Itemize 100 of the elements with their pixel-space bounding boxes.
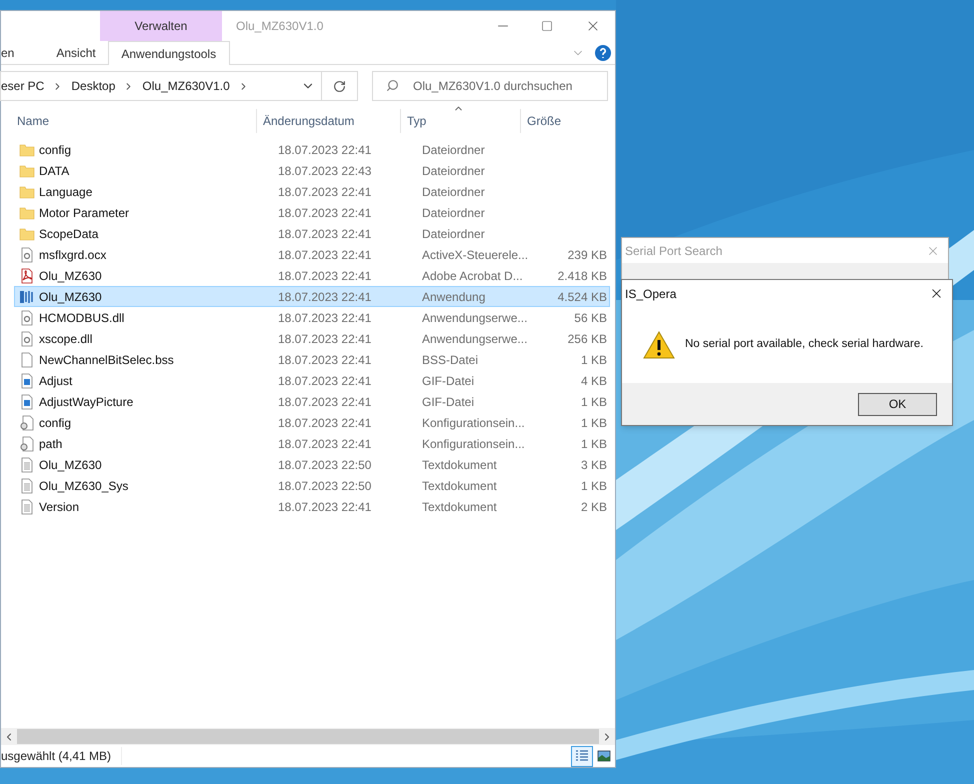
details-view-icon — [575, 750, 589, 762]
type-cell-text: GIF-Datei — [421, 394, 476, 410]
type-cell-text: GIF-Datei — [421, 372, 476, 390]
breadcrumb-item[interactable]: eser PC — [1, 77, 44, 95]
type-cell-text: Konfigurationsein... — [421, 414, 526, 432]
gear-file-icon — [19, 330, 35, 346]
dialog-message: No serial port available, check serial hardware. — [685, 337, 924, 352]
type-cell-text: Dateiordner — [421, 162, 486, 180]
image-file-icon — [19, 372, 35, 388]
date-cell-text: 18.07.2023 22:41 — [277, 352, 372, 368]
type-cell-text: Dateiordner — [421, 226, 486, 242]
size-cell-text: 2.418 KB — [558, 268, 607, 284]
search-field[interactable]: Olu_MZ630V1.0 durchsuchen — [372, 71, 608, 101]
folder-icon — [19, 184, 35, 200]
file-name: config — [39, 142, 72, 158]
column-header[interactable]: Typ — [401, 109, 521, 133]
date-cell-text: 18.07.2023 22:50 — [277, 456, 372, 474]
context-tab-header: Verwalten — [100, 11, 222, 41]
size-cell-text: 1 KB — [580, 478, 607, 494]
file-row[interactable]: config 18.07.2023 22:41 Dateiordner — [14, 139, 610, 160]
size-cell-text: 56 KB — [574, 310, 607, 326]
size-cell-text: 2 KB — [580, 498, 607, 516]
status-text: usgewählt (4,41 MB) — [1, 747, 122, 765]
view-button[interactable] — [571, 746, 593, 766]
maximize-icon[interactable] — [541, 20, 553, 32]
type-cell-text: Textdokument — [421, 456, 498, 474]
type-cell-text: BSS-Datei — [421, 352, 480, 368]
file-row[interactable]: Olu_MZ630_Sys 18.07.2023 22:50 Textdokument 1 KB — [14, 475, 610, 496]
breadcrumb-item[interactable]: Olu_MZ630V1.0 — [142, 77, 230, 95]
file-row[interactable]: xscope.dll 18.07.2023 22:41 Anwendungserwe... 256 KB — [14, 328, 610, 349]
date-cell-text: 18.07.2023 22:41 — [277, 436, 372, 452]
scrollbar-thumb[interactable] — [17, 729, 599, 744]
type-cell-text: Anwendungserwe... — [421, 310, 528, 326]
size-cell-text: 1 KB — [580, 352, 607, 368]
type-cell-text: Dateiordner — [421, 142, 486, 158]
date-cell-text: 18.07.2023 22:41 — [277, 330, 372, 348]
date-cell-text: 18.07.2023 22:41 — [277, 310, 372, 326]
date-cell-text: 18.07.2023 22:41 — [277, 268, 372, 284]
type-cell-text: Konfigurationsein... — [421, 436, 526, 452]
folder-icon — [19, 162, 35, 178]
gear-file-icon — [19, 310, 35, 326]
file-row[interactable]: Motor Parameter 18.07.2023 22:41 Dateiordner — [14, 202, 610, 223]
column-header[interactable]: Änderungsdatum — [257, 109, 401, 133]
folder-icon — [19, 204, 35, 220]
file-name: Language — [39, 184, 92, 200]
file-name: msflxgrd.ocx — [39, 246, 106, 264]
type-cell-text: Textdokument — [421, 498, 498, 516]
column-header[interactable]: Größe — [521, 109, 597, 133]
file-row[interactable]: Language 18.07.2023 22:41 Dateiordner — [14, 181, 610, 202]
file-row[interactable]: config 18.07.2023 22:41 Konfigurationsein... 1 KB — [14, 412, 610, 433]
date-cell-text: 18.07.2023 22:41 — [277, 246, 372, 264]
file-row[interactable]: Adjust 18.07.2023 22:41 GIF-Datei 4 KB — [14, 370, 610, 391]
file-name: DATA — [39, 162, 70, 180]
file-row[interactable]: Version 18.07.2023 22:41 Textdokument 2 KB — [14, 496, 610, 517]
application-icon — [19, 288, 35, 304]
type-cell-text: Anwendungserwe... — [421, 330, 528, 348]
ribbon-tab[interactable]: en — [1, 41, 44, 64]
file-name: NewChannelBitSelec.bss — [39, 352, 174, 368]
file-row[interactable]: Olu_MZ630 18.07.2023 22:41 Anwendung 4.524 KB — [14, 286, 610, 307]
file-name: ScopeData — [39, 226, 98, 242]
file-name: Adjust — [39, 372, 72, 390]
text-file-icon — [19, 478, 35, 494]
file-name: Motor Parameter — [39, 204, 130, 222]
ribbon-tab[interactable]: Ansicht — [44, 41, 108, 64]
ok-button[interactable]: OK — [858, 392, 937, 416]
file-name: config — [39, 414, 72, 432]
ribbon-tab[interactable]: Anwendungstools — [108, 41, 230, 65]
size-cell-text: 1 KB — [580, 394, 607, 410]
text-file-icon — [19, 456, 35, 472]
file-row[interactable]: ScopeData 18.07.2023 22:41 Dateiordner — [14, 223, 610, 244]
horizontal-scrollbar[interactable] — [1, 728, 615, 745]
settings-file-icon — [19, 436, 35, 452]
file-name: Olu_MZ630 — [39, 288, 102, 306]
type-cell-text: Dateiordner — [421, 204, 486, 222]
text-file-icon — [19, 498, 35, 514]
file-row[interactable]: Olu_MZ630 18.07.2023 22:41 Adobe Acrobat D... 2.418 KB — [14, 265, 610, 286]
file-row[interactable]: path 18.07.2023 22:41 Konfigurationsein... 1 KB — [14, 433, 610, 454]
image-file-icon — [19, 394, 35, 410]
size-cell-text: 1 KB — [580, 414, 607, 432]
file-row[interactable]: Olu_MZ630 18.07.2023 22:50 Textdokument 3 KB — [14, 454, 610, 475]
help-icon[interactable] — [595, 44, 611, 60]
file-name: AdjustWayPicture — [39, 394, 134, 410]
file-name: Olu_MZ630 — [39, 268, 102, 284]
breadcrumb-item[interactable]: Desktop — [71, 77, 116, 95]
file-row[interactable]: NewChannelBitSelec.bss 18.07.2023 22:41 BSS-Datei 1 KB — [14, 349, 610, 370]
type-cell-text: Dateiordner — [421, 184, 486, 200]
file-row[interactable]: AdjustWayPicture 18.07.2023 22:41 GIF-Datei 1 KB — [14, 391, 610, 412]
size-cell-text: 239 KB — [568, 246, 607, 264]
file-row[interactable]: DATA 18.07.2023 22:43 Dateiordner — [14, 160, 610, 181]
window-title: Olu_MZ630V1.0 — [236, 18, 324, 35]
column-header[interactable]: Name — [1, 109, 257, 133]
warning-icon — [643, 331, 675, 359]
file-row[interactable]: msflxgrd.ocx 18.07.2023 22:41 ActiveX-Steuerele... 239 KB — [14, 244, 610, 265]
type-cell-text: ActiveX-Steuerele... — [421, 246, 530, 264]
type-cell-text: Textdokument — [421, 478, 498, 494]
size-cell-text: 4 KB — [580, 372, 607, 390]
date-cell-text: 18.07.2023 22:41 — [277, 372, 372, 390]
file-name: Olu_MZ630_Sys — [39, 478, 128, 494]
file-row[interactable]: HCMODBUS.dll 18.07.2023 22:41 Anwendungserwe... 56 KB — [14, 307, 610, 328]
pdf-icon — [19, 268, 35, 284]
